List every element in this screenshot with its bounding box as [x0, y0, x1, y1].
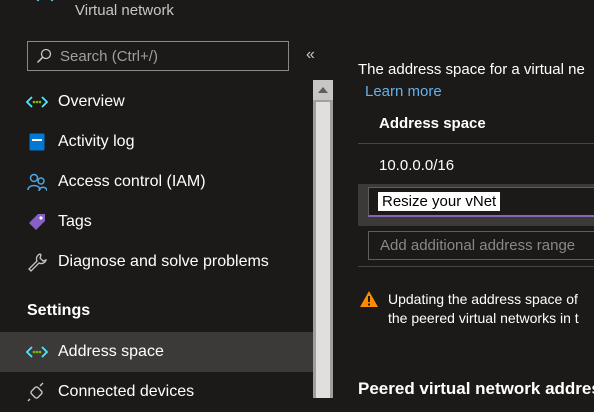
sidebar-item-label: Diagnose and solve problems [58, 253, 269, 270]
sidebar-item-tags[interactable]: Tags [0, 202, 313, 242]
warning-icon [360, 291, 378, 307]
collapse-sidebar-button[interactable]: « [306, 46, 315, 64]
sidebar-item-access-control[interactable]: Access control (IAM) [0, 162, 313, 202]
tag-icon [26, 211, 48, 233]
wrench-icon [26, 251, 48, 273]
address-space-column-header: Address space [379, 115, 486, 132]
sidebar-item-label: Activity log [58, 133, 135, 150]
sidebar-item-label: Connected devices [58, 383, 195, 400]
sidebar-item-label: Overview [58, 93, 125, 110]
address-value: 10.0.0.0/16 [379, 157, 455, 174]
sidebar-item-activity-log[interactable]: Activity log [0, 122, 313, 162]
divider [358, 143, 594, 144]
description-text: The address space for a virtual ne [358, 61, 585, 78]
vnet-icon [26, 91, 48, 113]
peered-vnet-heading: Peered virtual network addres [358, 379, 594, 398]
resource-type-label: Virtual network [75, 2, 174, 19]
sidebar-item-label: Access control (IAM) [58, 173, 206, 190]
tooltip: Resize your vNet [378, 192, 501, 211]
sidebar-item-label: Address space [58, 343, 164, 360]
divider [358, 266, 594, 267]
sidebar-item-label: Tags [58, 213, 92, 230]
vnet-logo-icon [36, 0, 54, 2]
sidebar-item-diagnose[interactable]: Diagnose and solve problems [0, 242, 313, 282]
search-box[interactable] [27, 41, 289, 71]
warning-text-line-2: the peered virtual networks in t [388, 310, 579, 326]
sidebar-item-overview[interactable]: Overview [0, 82, 313, 122]
scrollbar-thumb[interactable] [316, 102, 330, 398]
learn-more-link[interactable]: Learn more [365, 83, 442, 100]
add-address-range-input[interactable]: Add additional address range [368, 231, 594, 260]
warning-text-line-1: Updating the address space of [388, 291, 578, 307]
vnet-icon [26, 341, 48, 363]
people-icon [26, 171, 48, 193]
sidebar-item-address-space[interactable]: Address space [0, 332, 313, 372]
sidebar-item-connected-devices[interactable]: Connected devices [0, 372, 313, 412]
search-icon [36, 48, 52, 64]
search-input[interactable] [58, 46, 282, 66]
caret-up-icon [318, 87, 328, 93]
scroll-up-button[interactable] [313, 80, 333, 100]
section-header-settings: Settings [27, 302, 91, 319]
plug-icon [26, 381, 48, 403]
activity-log-icon [26, 131, 48, 153]
